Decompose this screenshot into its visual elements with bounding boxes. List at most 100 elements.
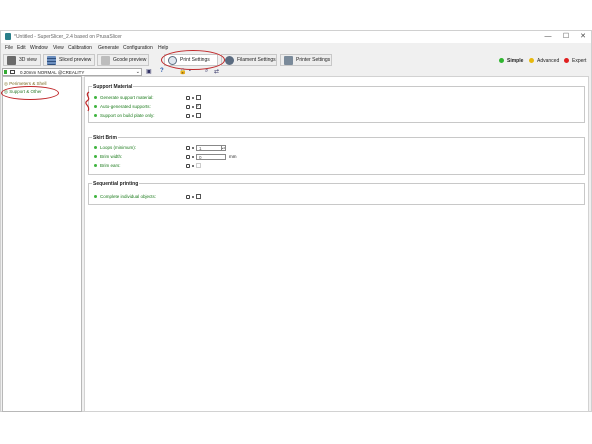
reset-dot-icon[interactable] <box>192 105 194 108</box>
tab-label: 3D view <box>19 57 37 63</box>
reset-dot-icon[interactable] <box>192 155 194 158</box>
reset-dot-icon[interactable] <box>192 114 194 117</box>
menu-help[interactable]: Help <box>158 45 168 51</box>
lock-icon[interactable] <box>186 113 190 118</box>
tab-label: Printer Settings <box>296 57 331 63</box>
ctrl-complete-objects <box>186 193 201 200</box>
lock-icon[interactable] <box>186 145 190 150</box>
help-icon[interactable]: ? <box>160 68 164 74</box>
annotation-scribble-icon <box>85 91 90 112</box>
preset-flag-icon <box>4 70 7 74</box>
brim-width-input[interactable]: 0 <box>196 153 226 160</box>
auto-supports-checkbox[interactable]: ✓ <box>196 104 201 109</box>
tab-label: Sliced preview <box>59 57 92 63</box>
row-complete-objects: Complete individual objects: <box>94 193 156 200</box>
row-brim-ears: Brim ears: <box>94 162 121 169</box>
mode-bullet-icon <box>94 105 97 108</box>
app-logo-icon <box>5 33 11 40</box>
group-skirt-brim: Skirt Brim Loops (minimum): 1 ▴▾ Brim wi… <box>88 135 585 175</box>
tab-label: Filament Settings <box>237 57 276 63</box>
preset-dropdown[interactable]: 0.20mm NORMAL @CREALITY ⌄ <box>2 68 142 76</box>
row-brim-width: Brim width: <box>94 153 122 160</box>
option-label: Loops (minimum): <box>100 145 137 150</box>
minimize-button[interactable]: — <box>541 32 555 42</box>
ctrl-brim-ears <box>186 162 201 169</box>
menu-configuration[interactable]: Configuration <box>123 45 153 51</box>
menu-window[interactable]: Window <box>30 45 48 51</box>
ctrl-auto-supports: ✓ <box>186 103 201 110</box>
group-title: Sequential printing <box>92 181 140 187</box>
mode-label: Simple <box>507 57 524 64</box>
menu-view[interactable]: View <box>53 45 64 51</box>
cube-icon <box>7 55 16 65</box>
lock-icon[interactable] <box>186 95 190 100</box>
reset-dot-icon[interactable] <box>192 96 194 99</box>
row-generate-support: Generate support material: <box>94 94 154 101</box>
tab-gcode-preview[interactable]: Gcode preview <box>97 54 149 66</box>
settings-tree-panel <box>2 76 82 412</box>
option-label: Generate support material: <box>100 95 154 100</box>
brim-width-unit: mm <box>229 154 237 159</box>
spool-icon <box>225 55 234 65</box>
group-title: Support Material <box>92 84 134 90</box>
menu-bar: File Edit Window View Calibration Genera… <box>1 44 591 52</box>
option-label: Brim ears: <box>100 163 121 168</box>
mode-label: Advanced <box>537 57 560 64</box>
gcode-icon <box>101 55 110 65</box>
option-label: Complete individual objects: <box>100 194 157 199</box>
reset-dot-icon[interactable] <box>192 195 194 198</box>
row-loops: Loops (minimum): <box>94 144 136 151</box>
build-plate-only-checkbox[interactable] <box>196 113 201 118</box>
mode-dot-icon <box>529 58 534 63</box>
reset-dot-icon[interactable] <box>192 146 194 149</box>
tab-sliced-preview[interactable]: Sliced preview <box>43 54 95 66</box>
ctrl-generate-support <box>186 94 201 101</box>
option-label: Brim width: <box>100 154 123 159</box>
app-window: *Untitled - SuperSlicer_2.4 based on Pru… <box>0 30 592 412</box>
lock-icon[interactable] <box>186 163 190 168</box>
group-support-material: Support Material Generate support materi… <box>88 84 585 123</box>
mode-advanced[interactable]: Advanced <box>529 56 559 65</box>
close-button[interactable]: ✕ <box>576 32 590 42</box>
loops-spinner[interactable]: ▴▾ <box>222 144 226 151</box>
annotation-circle-print-settings <box>161 50 225 70</box>
mode-bullet-icon <box>94 195 97 198</box>
group-title: Skirt Brim <box>92 135 118 141</box>
generate-support-checkbox[interactable] <box>196 95 201 100</box>
title-bar: *Untitled - SuperSlicer_2.4 based on Pru… <box>1 31 591 43</box>
lock-icon[interactable] <box>186 194 190 199</box>
complete-objects-checkbox[interactable] <box>196 194 201 199</box>
mode-bullet-icon <box>94 164 97 167</box>
menu-calibration[interactable]: Calibration <box>68 45 92 51</box>
mode-dot-icon <box>499 58 504 63</box>
ctrl-build-plate-only <box>186 112 201 119</box>
tab-filament-settings[interactable]: Filament Settings <box>221 54 277 66</box>
maximize-button[interactable]: ☐ <box>559 32 573 42</box>
menu-edit[interactable]: Edit <box>17 45 26 51</box>
option-label: Auto-generated supports: <box>100 104 151 109</box>
row-build-plate-only: Support on build plate only: <box>94 112 155 119</box>
ctrl-loops: 1 ▴▾ <box>186 144 226 151</box>
menu-generate[interactable]: Generate <box>98 45 119 51</box>
tab-3d-view[interactable]: 3D view <box>3 54 41 66</box>
tab-label: Gcode preview <box>113 57 147 63</box>
lock-icon <box>10 70 15 74</box>
lock-icon[interactable] <box>186 154 190 159</box>
mode-expert[interactable]: Expert <box>564 56 586 65</box>
compare-icon[interactable]: ⇄ <box>214 68 219 75</box>
save-preset-icon[interactable]: ▣ <box>146 68 152 75</box>
menu-file[interactable]: File <box>5 45 13 51</box>
reset-dot-icon[interactable] <box>192 164 194 167</box>
tab-printer-settings[interactable]: Printer Settings <box>280 54 332 66</box>
preset-value: 0.20mm NORMAL @CREALITY <box>20 70 85 75</box>
ctrl-brim-width: 0 mm <box>186 153 237 160</box>
tab-bar: 3D view Sliced preview Gcode preview Pri… <box>1 53 591 67</box>
lock-icon[interactable] <box>186 104 190 109</box>
loops-input[interactable]: 1 <box>196 144 222 151</box>
option-label: Support on build plate only: <box>100 113 155 118</box>
layers-icon <box>47 55 56 65</box>
annotation-circle-support-other <box>1 86 59 100</box>
mode-simple[interactable]: Simple <box>499 56 523 65</box>
mode-dot-icon <box>564 58 569 63</box>
brim-ears-checkbox[interactable] <box>196 163 201 168</box>
